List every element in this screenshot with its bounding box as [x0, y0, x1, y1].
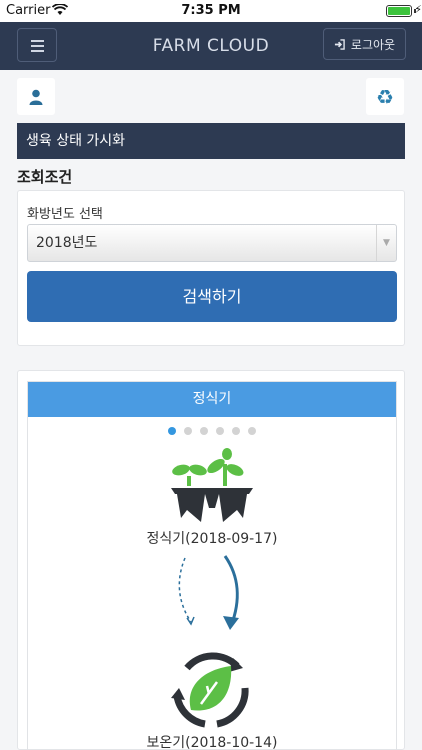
year-select-label: 화방년도 선택 — [27, 207, 103, 222]
carousel-dot[interactable] — [232, 427, 240, 435]
year-select[interactable]: 2018년도 ▼ — [27, 224, 397, 262]
carousel-dots — [28, 427, 396, 435]
logout-label: 로그아웃 — [350, 37, 396, 52]
carousel-dot[interactable] — [248, 427, 256, 435]
search-panel: 화방년도 선택 2018년도 ▼ 검색하기 — [17, 190, 405, 346]
carousel-dot[interactable] — [216, 427, 224, 435]
stage-card: 정식기 정식기(2018-09-17) 보온기(2018-10-14) — [17, 370, 405, 750]
top-navbar: FARM CLOUD 로그아웃 — [0, 22, 422, 70]
leaf-cycle-icon — [171, 652, 249, 728]
user-button[interactable] — [17, 78, 55, 115]
chevron-down-icon: ▼ — [376, 225, 396, 261]
carousel-dot[interactable] — [168, 427, 176, 435]
transition-arrows-icon — [178, 555, 239, 630]
recycle-button[interactable]: ♻ — [366, 78, 404, 115]
carousel-dot[interactable] — [184, 427, 192, 435]
stage-title: 정식기 — [28, 382, 396, 417]
conditions-title: 조회조건 — [17, 168, 73, 186]
section-header: 생육 상태 가시화 — [17, 123, 405, 159]
status-time: 7:35 PM — [181, 3, 241, 18]
stage-carousel[interactable]: 정식기 정식기(2018-09-17) 보온기(2018-10-14) — [27, 381, 397, 750]
stage-step2-label: 보온기(2018-10-14) — [146, 735, 278, 750]
carousel-dot[interactable] — [200, 427, 208, 435]
logout-button[interactable]: 로그아웃 — [323, 28, 406, 60]
charging-icon: ⚡ — [414, 3, 422, 16]
status-bar: Carrier 7:35 PM ⚡ — [0, 0, 422, 22]
sign-in-icon — [334, 38, 345, 50]
year-select-value: 2018년도 — [36, 235, 98, 251]
stage-step1-label: 정식기(2018-09-17) — [146, 531, 278, 547]
seedling-tray-icon — [171, 448, 253, 522]
search-button[interactable]: 검색하기 — [27, 271, 397, 322]
recycle-icon: ♻ — [376, 84, 394, 109]
user-icon — [29, 89, 43, 105]
battery-icon — [386, 5, 412, 17]
